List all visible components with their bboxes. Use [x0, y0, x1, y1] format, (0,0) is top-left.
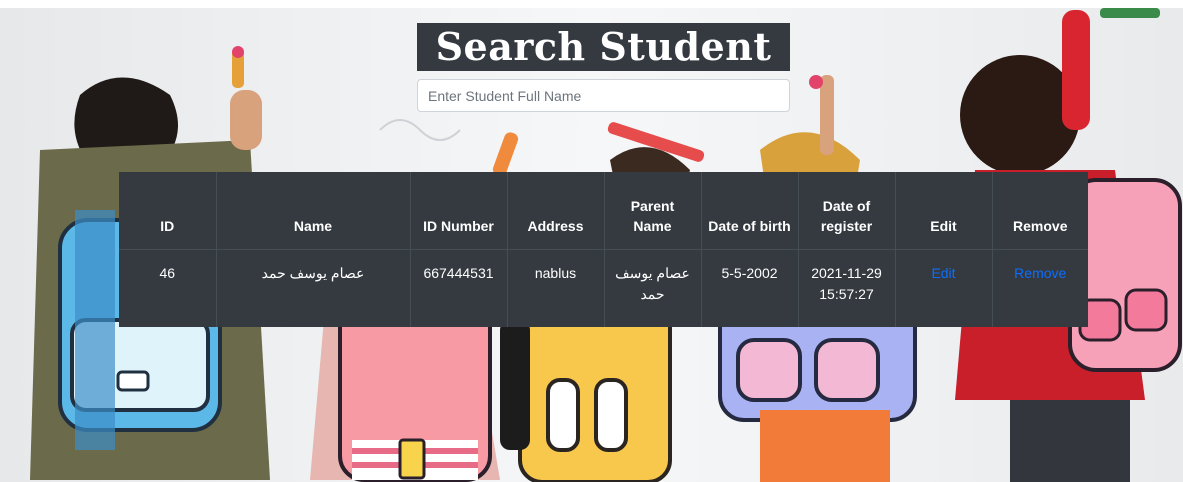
page-title-box: Search Student — [417, 23, 790, 71]
cell-date-of-birth: 5-5-2002 — [701, 249, 799, 327]
edit-link[interactable]: Edit — [931, 265, 955, 281]
cell-id-number: 667444531 — [410, 249, 508, 327]
cell-edit: Edit — [895, 249, 993, 327]
page: Search Student ID Name ID Number Address… — [0, 0, 1183, 482]
header-date-of-register: Date of register — [798, 172, 896, 250]
page-title: Search Student — [435, 24, 772, 69]
header-address: Address — [507, 172, 605, 250]
header-parent-name: Parent Name — [604, 172, 702, 250]
cell-name: عصام يوسف حمد — [216, 249, 411, 327]
header-edit: Edit — [895, 172, 993, 250]
student-search-input[interactable] — [417, 79, 790, 112]
header-remove: Remove — [992, 172, 1088, 250]
header-id-number: ID Number — [410, 172, 508, 250]
remove-link[interactable]: Remove — [1014, 265, 1066, 281]
cell-remove: Remove — [992, 250, 1088, 328]
table-row: 46 عصام يوسف حمد 667444531 nablus عصام ي… — [119, 249, 1088, 328]
cell-address: nablus — [507, 249, 605, 327]
cell-parent-name: عصام يوسف حمد — [604, 249, 702, 327]
students-table: ID Name ID Number Address Parent Name Da… — [119, 172, 1088, 327]
header-name: Name — [216, 172, 411, 250]
table-header-row: ID Name ID Number Address Parent Name Da… — [119, 172, 1088, 250]
header-id: ID — [119, 172, 217, 250]
cell-date-of-register: 2021-11-29 15:57:27 — [798, 249, 896, 327]
cell-id: 46 — [119, 249, 217, 327]
header-date-of-birth: Date of birth — [701, 172, 799, 250]
